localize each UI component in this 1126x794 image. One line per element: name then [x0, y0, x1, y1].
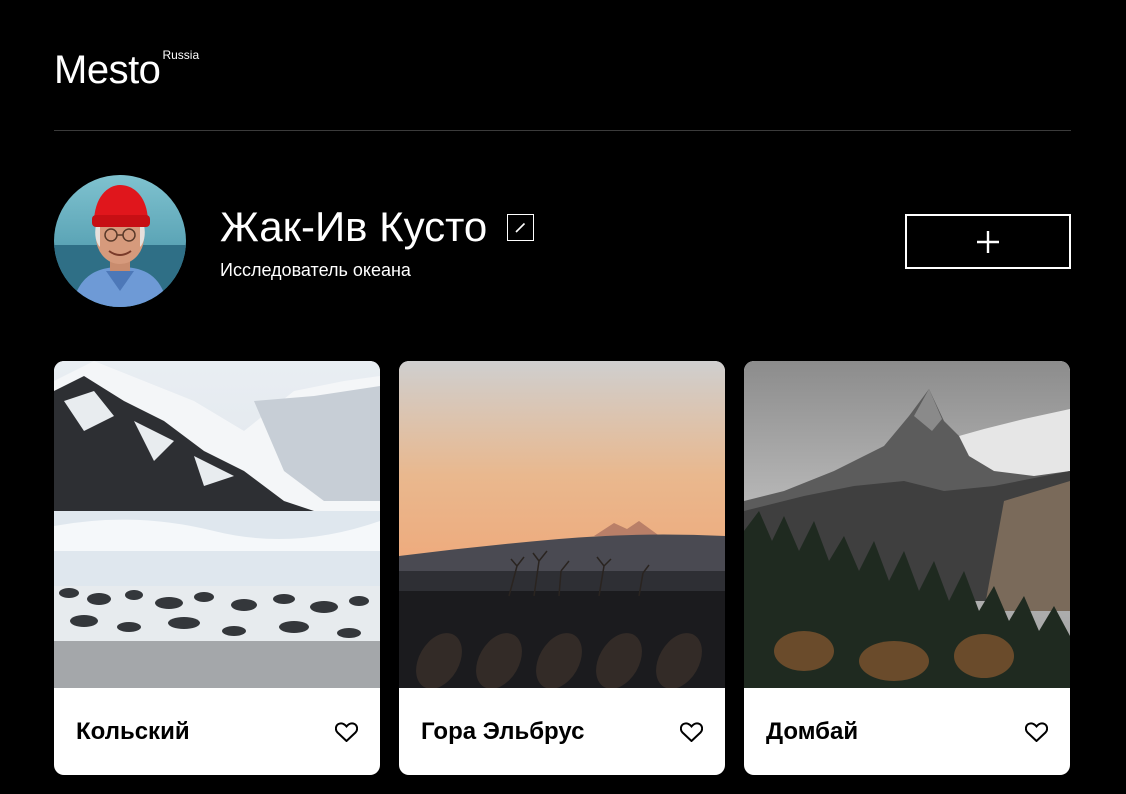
card-title: Домбай	[766, 718, 859, 745]
card-image[interactable]	[744, 361, 1070, 688]
card-footer: Домбай	[744, 688, 1070, 775]
card-image[interactable]	[54, 361, 380, 688]
page-header: Mesto Russia	[54, 40, 1071, 131]
card-title: Кольский	[76, 718, 190, 745]
logo-text: Mesto	[54, 48, 161, 92]
cards-list: Кольский Гора Эльбрус Домбай	[54, 361, 1071, 775]
heart-icon	[1024, 721, 1048, 742]
heart-icon	[679, 721, 703, 742]
card-title: Гора Эльбрус	[421, 718, 585, 745]
like-button[interactable]	[334, 721, 358, 743]
card: Кольский	[54, 361, 380, 775]
card: Домбай	[744, 361, 1070, 775]
card-image[interactable]	[399, 361, 725, 688]
add-card-button[interactable]	[905, 214, 1071, 269]
profile-name-row: Жак-Ив Кусто	[220, 203, 535, 251]
pencil-icon	[515, 222, 526, 233]
profile: Жак-Ив Кусто Исследователь океана	[54, 175, 1071, 307]
profile-about: Исследователь океана	[220, 260, 411, 280]
like-button[interactable]	[679, 721, 703, 743]
heart-icon	[334, 721, 358, 742]
like-button[interactable]	[1024, 721, 1048, 743]
logo-region: Russia	[162, 48, 200, 62]
profile-name: Жак-Ив Кусто	[220, 203, 488, 250]
profile-info: Жак-Ив Кусто Исследователь океана	[220, 203, 535, 281]
edit-profile-button[interactable]	[507, 213, 535, 241]
card-footer: Кольский	[54, 688, 380, 775]
logo[interactable]: Mesto Russia	[54, 48, 200, 92]
card-footer: Гора Эльбрус	[399, 688, 725, 775]
plus-icon	[977, 230, 999, 253]
card: Гора Эльбрус	[399, 361, 725, 775]
avatar[interactable]	[54, 175, 186, 307]
